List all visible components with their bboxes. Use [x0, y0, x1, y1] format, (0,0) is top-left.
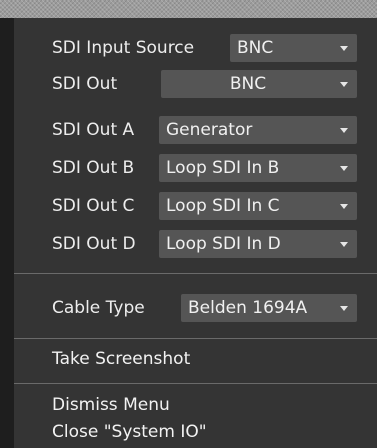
- sdi-out-c-dropdown[interactable]: Loop SDI In C: [159, 192, 357, 220]
- sdi-out-c-row: SDI Out C Loop SDI In C: [14, 188, 377, 224]
- context-menu: SDI Input Source BNC SDI Out BNC SDI Out…: [14, 18, 377, 448]
- take-screenshot-item[interactable]: Take Screenshot: [52, 342, 190, 376]
- menu-separator: [14, 383, 377, 384]
- chevron-down-icon: [340, 306, 348, 311]
- cable-type-row: Cable Type Belden 1694A: [14, 290, 377, 326]
- sdi-out-b-dropdown[interactable]: Loop SDI In B: [159, 154, 357, 182]
- sdi-out-value: BNC: [229, 74, 267, 94]
- sdi-out-a-row: SDI Out A Generator: [14, 112, 377, 148]
- sdi-out-a-label: SDI Out A: [52, 120, 135, 140]
- sdi-out-c-value: Loop SDI In C: [166, 196, 280, 216]
- sdi-out-c-label: SDI Out C: [52, 196, 135, 216]
- menu-separator: [14, 338, 377, 339]
- sdi-out-d-row: SDI Out D Loop SDI In D: [14, 226, 377, 262]
- sdi-input-source-value: BNC: [237, 38, 274, 58]
- sdi-out-d-label: SDI Out D: [52, 234, 136, 254]
- sdi-out-dropdown[interactable]: BNC: [161, 70, 357, 98]
- close-system-io-item[interactable]: Close "System IO": [52, 415, 207, 448]
- sdi-input-source-row: SDI Input Source BNC: [14, 30, 377, 66]
- sdi-input-source-label: SDI Input Source: [52, 38, 195, 58]
- sdi-input-source-dropdown[interactable]: BNC: [230, 34, 357, 62]
- sdi-out-label: SDI Out: [52, 74, 118, 94]
- cable-type-dropdown[interactable]: Belden 1694A: [181, 294, 357, 322]
- title-bar-texture: [0, 0, 377, 18]
- sdi-out-a-value: Generator: [166, 120, 253, 140]
- chevron-down-icon: [340, 82, 348, 87]
- sdi-out-d-value: Loop SDI In D: [166, 234, 281, 254]
- chevron-down-icon: [340, 242, 348, 247]
- chevron-down-icon: [340, 128, 348, 133]
- cable-type-value: Belden 1694A: [188, 298, 308, 318]
- cable-type-label: Cable Type: [52, 298, 145, 318]
- sdi-out-b-value: Loop SDI In B: [166, 158, 280, 178]
- chevron-down-icon: [340, 204, 348, 209]
- sdi-out-b-row: SDI Out B Loop SDI In B: [14, 150, 377, 186]
- menu-separator: [14, 273, 377, 274]
- sdi-out-d-dropdown[interactable]: Loop SDI In D: [159, 230, 357, 258]
- sdi-out-b-label: SDI Out B: [52, 158, 135, 178]
- sdi-out-a-dropdown[interactable]: Generator: [159, 116, 357, 144]
- chevron-down-icon: [340, 46, 348, 51]
- chevron-down-icon: [340, 166, 348, 171]
- sdi-out-row: SDI Out BNC: [14, 66, 377, 102]
